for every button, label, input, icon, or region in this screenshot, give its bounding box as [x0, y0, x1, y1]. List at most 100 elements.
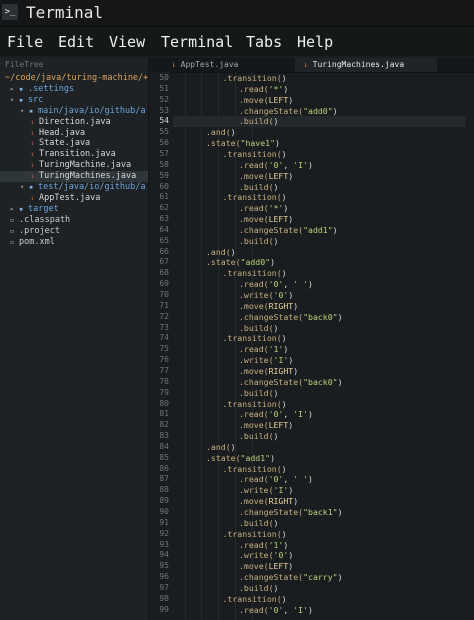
code-line: .move(RIGHT) — [173, 366, 466, 377]
code-line: .changeState("add0") — [173, 106, 466, 117]
code-line: .read('0', 'I') — [173, 409, 466, 420]
line-number: 55 — [159, 127, 169, 137]
code-text: .build() — [239, 181, 279, 192]
tab-apptest-label: AppTest.java — [180, 60, 239, 69]
line-number: 50 — [159, 73, 169, 82]
code-line: .changeState("carry") — [173, 572, 466, 583]
code-text: .changeState("carry") — [239, 572, 343, 583]
tree-item-2[interactable]: ▾ ▪ src — [0, 95, 158, 106]
tree-item-label: Direction.java — [39, 116, 111, 127]
code-line: .write('I') — [173, 485, 466, 496]
tab-apptest[interactable]: ⇂ AppTest.java — [163, 58, 305, 72]
line-number-gutter: 50 51 52 53 54 55 56 57 58 59 60 61 62 63 64 65 66 67 68 69… — [149, 72, 171, 620]
line-number: 74 — [159, 333, 169, 343]
tree-item-label: Transition.java — [39, 149, 116, 160]
line-number: 85 — [159, 452, 169, 462]
tree-item-14[interactable]: ▫ .project — [0, 226, 158, 237]
line-number: 54 — [159, 116, 169, 126]
code-text: .read('0', ' ') — [239, 474, 313, 485]
file-tree-sidebar: FileTree ~/code/java/turing-machine/+ ▸ ▪.… — [0, 58, 178, 620]
menu-tabs[interactable]: Tabs — [246, 33, 282, 51]
code-text: .and() — [206, 441, 236, 452]
tree-item-label: test/java/io/github/a — [38, 182, 146, 192]
line-number: 67 — [159, 257, 169, 267]
file-icon: ▫ — [10, 226, 15, 235]
menu-help[interactable]: Help — [297, 33, 333, 51]
code-line: .build() — [173, 323, 466, 334]
tree-item-0[interactable]: ~/code/java/turing-machine/+ — [0, 73, 153, 84]
code-line: .state("add1") — [173, 453, 466, 464]
chevron-right-icon: ▸ — [10, 84, 15, 93]
code-area[interactable]: 50 51 52 53 54 55 56 57 58 59 60 61 62 63 64 65 66 67 68 69… — [149, 72, 474, 620]
java-file-icon: ⇂ — [171, 60, 176, 69]
code-text: .transition() — [222, 148, 287, 159]
code-text: .move(RIGHT) — [239, 300, 299, 311]
menu-terminal[interactable]: Terminal — [161, 33, 233, 51]
menu-view[interactable]: View — [109, 33, 145, 51]
tab-turingmachines[interactable]: ⇂ TuringMachines.java — [295, 58, 437, 72]
code-text: .write('0') — [239, 290, 294, 300]
chevron-down-icon: ▾ — [10, 95, 15, 104]
folder-icon: ▪ — [19, 95, 24, 104]
tree-item-label: .settings — [28, 83, 75, 94]
line-number: 82 — [159, 420, 169, 430]
tree-item-3[interactable]: ▾ ▪ main/java/io/github/a — [0, 106, 168, 117]
file-icon: ▫ — [10, 215, 15, 224]
java-file-icon: ⇂ — [303, 60, 308, 69]
code-text: .move(LEFT) — [239, 94, 294, 105]
menu-edit[interactable]: Edit — [58, 33, 94, 51]
line-number: 62 — [159, 203, 169, 213]
code-text: .read('0', 'I') — [239, 409, 313, 420]
tree-item-13[interactable]: ▫ .classpath — [0, 215, 158, 226]
line-number: 92 — [159, 528, 169, 538]
line-number: 86 — [159, 463, 169, 473]
code-text: .move(RIGHT) — [239, 496, 299, 507]
line-number: 65 — [159, 235, 169, 245]
tree-item-label: src — [28, 94, 44, 105]
code-line: .and() — [173, 127, 466, 138]
code-line: .move(RIGHT) — [173, 301, 466, 312]
tree-item-label: TuringMachine.java — [39, 160, 132, 171]
code-text: .move(LEFT) — [239, 170, 294, 181]
java-file-icon: ⇂ — [30, 161, 35, 170]
code-line: .changeState("back0") — [173, 312, 466, 323]
code-text: .transition() — [222, 73, 287, 83]
tree-item-label: .project — [19, 225, 60, 236]
folder-icon: ▪ — [19, 204, 24, 213]
code-line: .read('0', 'I') — [173, 160, 466, 171]
code-line: .move(LEFT) — [173, 561, 466, 572]
tree-item-label: AppTest.java — [39, 192, 101, 203]
line-number: 87 — [159, 474, 169, 484]
code-line: .read('1') — [173, 344, 466, 355]
line-number: 69 — [159, 279, 169, 289]
window-title: Terminal — [26, 3, 104, 22]
line-number: 77 — [159, 365, 169, 375]
line-number: 95 — [159, 561, 169, 571]
code-line: .move(LEFT) — [173, 95, 466, 106]
code-text: .move(LEFT) — [239, 214, 294, 225]
code-text: .write('0') — [239, 550, 294, 561]
tree-item-label: target — [28, 203, 59, 214]
code-line: .transition() — [173, 594, 466, 605]
folder-icon: ▪ — [29, 183, 34, 191]
code-text: .changeState("back1") — [239, 507, 343, 517]
line-number: 66 — [159, 246, 169, 256]
tree-item-12[interactable]: ▸ ▪ target — [0, 204, 158, 215]
line-number: 81 — [159, 409, 169, 419]
line-number: 90 — [159, 507, 169, 516]
code-line: .state("add0") — [173, 257, 466, 268]
code-text: .move(LEFT) — [239, 561, 294, 572]
line-number: 79 — [159, 387, 169, 397]
java-file-icon: ⇂ — [30, 117, 35, 126]
line-number: 91 — [159, 517, 169, 527]
tree-item-1[interactable]: ▸ ▪ .settings — [0, 84, 158, 95]
menu-file[interactable]: File — [7, 33, 43, 51]
tree-item-10[interactable]: ▾ ▪ test/java/io/github/a — [0, 182, 168, 193]
tree-item-label: .classpath — [19, 214, 71, 225]
tree-item-15[interactable]: ▫ pom.xml — [0, 237, 158, 248]
line-number: 52 — [159, 94, 169, 104]
code-text: .changeState("add1") — [239, 224, 338, 235]
tree-item-label: State.java — [39, 138, 91, 149]
code-text: .read('0', 'I') — [239, 159, 313, 170]
code-text: .changeState("back0") — [239, 376, 343, 387]
